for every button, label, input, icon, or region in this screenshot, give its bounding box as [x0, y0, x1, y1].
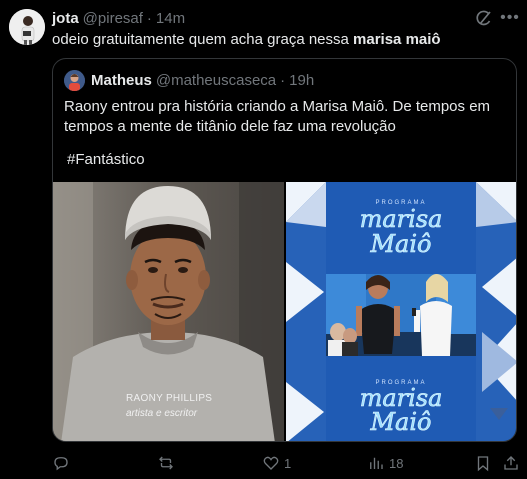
- repost-button[interactable]: [157, 452, 179, 474]
- views-chart-icon: [370, 457, 383, 469]
- more-options-icon[interactable]: •••: [500, 8, 520, 28]
- quote-media[interactable]: RAONY PHILLIPS artista e escritor PROGRA…: [53, 182, 516, 441]
- post-header: jota @piresaf · 14m: [52, 9, 185, 27]
- quote-author-handle[interactable]: @matheuscaseca: [156, 72, 276, 89]
- media-image-show[interactable]: PROGRAMA marisa Maiô PROGRAMA marisa Mai…: [286, 182, 516, 441]
- quote-header: Matheus @matheuscaseca · 19h: [91, 71, 314, 89]
- reply-icon: [54, 457, 68, 471]
- quote-hashtag[interactable]: #Fantástico: [67, 151, 145, 168]
- quote-separator-dot: ·: [280, 71, 286, 89]
- caption-name: RAONY PHILLIPS: [126, 393, 213, 404]
- author-handle[interactable]: @piresaf: [83, 10, 143, 27]
- logo-top-line1: marisa: [360, 205, 443, 233]
- quote-text: Raony entrou pra história criando a Mari…: [64, 98, 491, 135]
- quote-author-avatar[interactable]: [64, 70, 85, 91]
- bookmark-button[interactable]: [474, 452, 492, 474]
- share-button[interactable]: [502, 452, 520, 474]
- heart-icon: [263, 456, 279, 470]
- like-button[interactable]: 1: [262, 452, 291, 474]
- views-button[interactable]: 18: [367, 452, 403, 474]
- media-image-interview[interactable]: RAONY PHILLIPS artista e escritor: [53, 182, 284, 441]
- action-bar: 1 18: [52, 452, 522, 474]
- like-count: 1: [284, 455, 292, 471]
- post-text-bold: marisa maiô: [353, 31, 441, 48]
- grok-icon[interactable]: [474, 8, 494, 28]
- logo-top-line2: Maiô: [369, 230, 431, 258]
- quote-author-name[interactable]: Matheus: [91, 72, 152, 89]
- bookmark-icon: [477, 456, 489, 472]
- post-timestamp[interactable]: 14m: [156, 10, 185, 27]
- reply-button[interactable]: [52, 452, 74, 474]
- quote-timestamp[interactable]: 19h: [289, 72, 314, 89]
- share-icon: [504, 456, 518, 470]
- author-name[interactable]: jota: [52, 10, 79, 27]
- caption-role: artista e escritor: [126, 408, 198, 419]
- logo-bottom-line2: Maiô: [369, 408, 431, 436]
- post-text-plain: odeio gratuitamente quem acha graça ness…: [52, 31, 354, 48]
- author-avatar[interactable]: [9, 9, 45, 45]
- post[interactable]: jota @piresaf · 14m ••• odeio gratuitame…: [0, 0, 527, 479]
- views-count: 18: [389, 455, 404, 471]
- post-text: odeio gratuitamente quem acha graça ness…: [52, 31, 441, 49]
- separator-dot: ·: [146, 9, 152, 27]
- quoted-post[interactable]: Matheus @matheuscaseca · 19h Raony entro…: [52, 58, 517, 442]
- repost-icon: [159, 456, 173, 470]
